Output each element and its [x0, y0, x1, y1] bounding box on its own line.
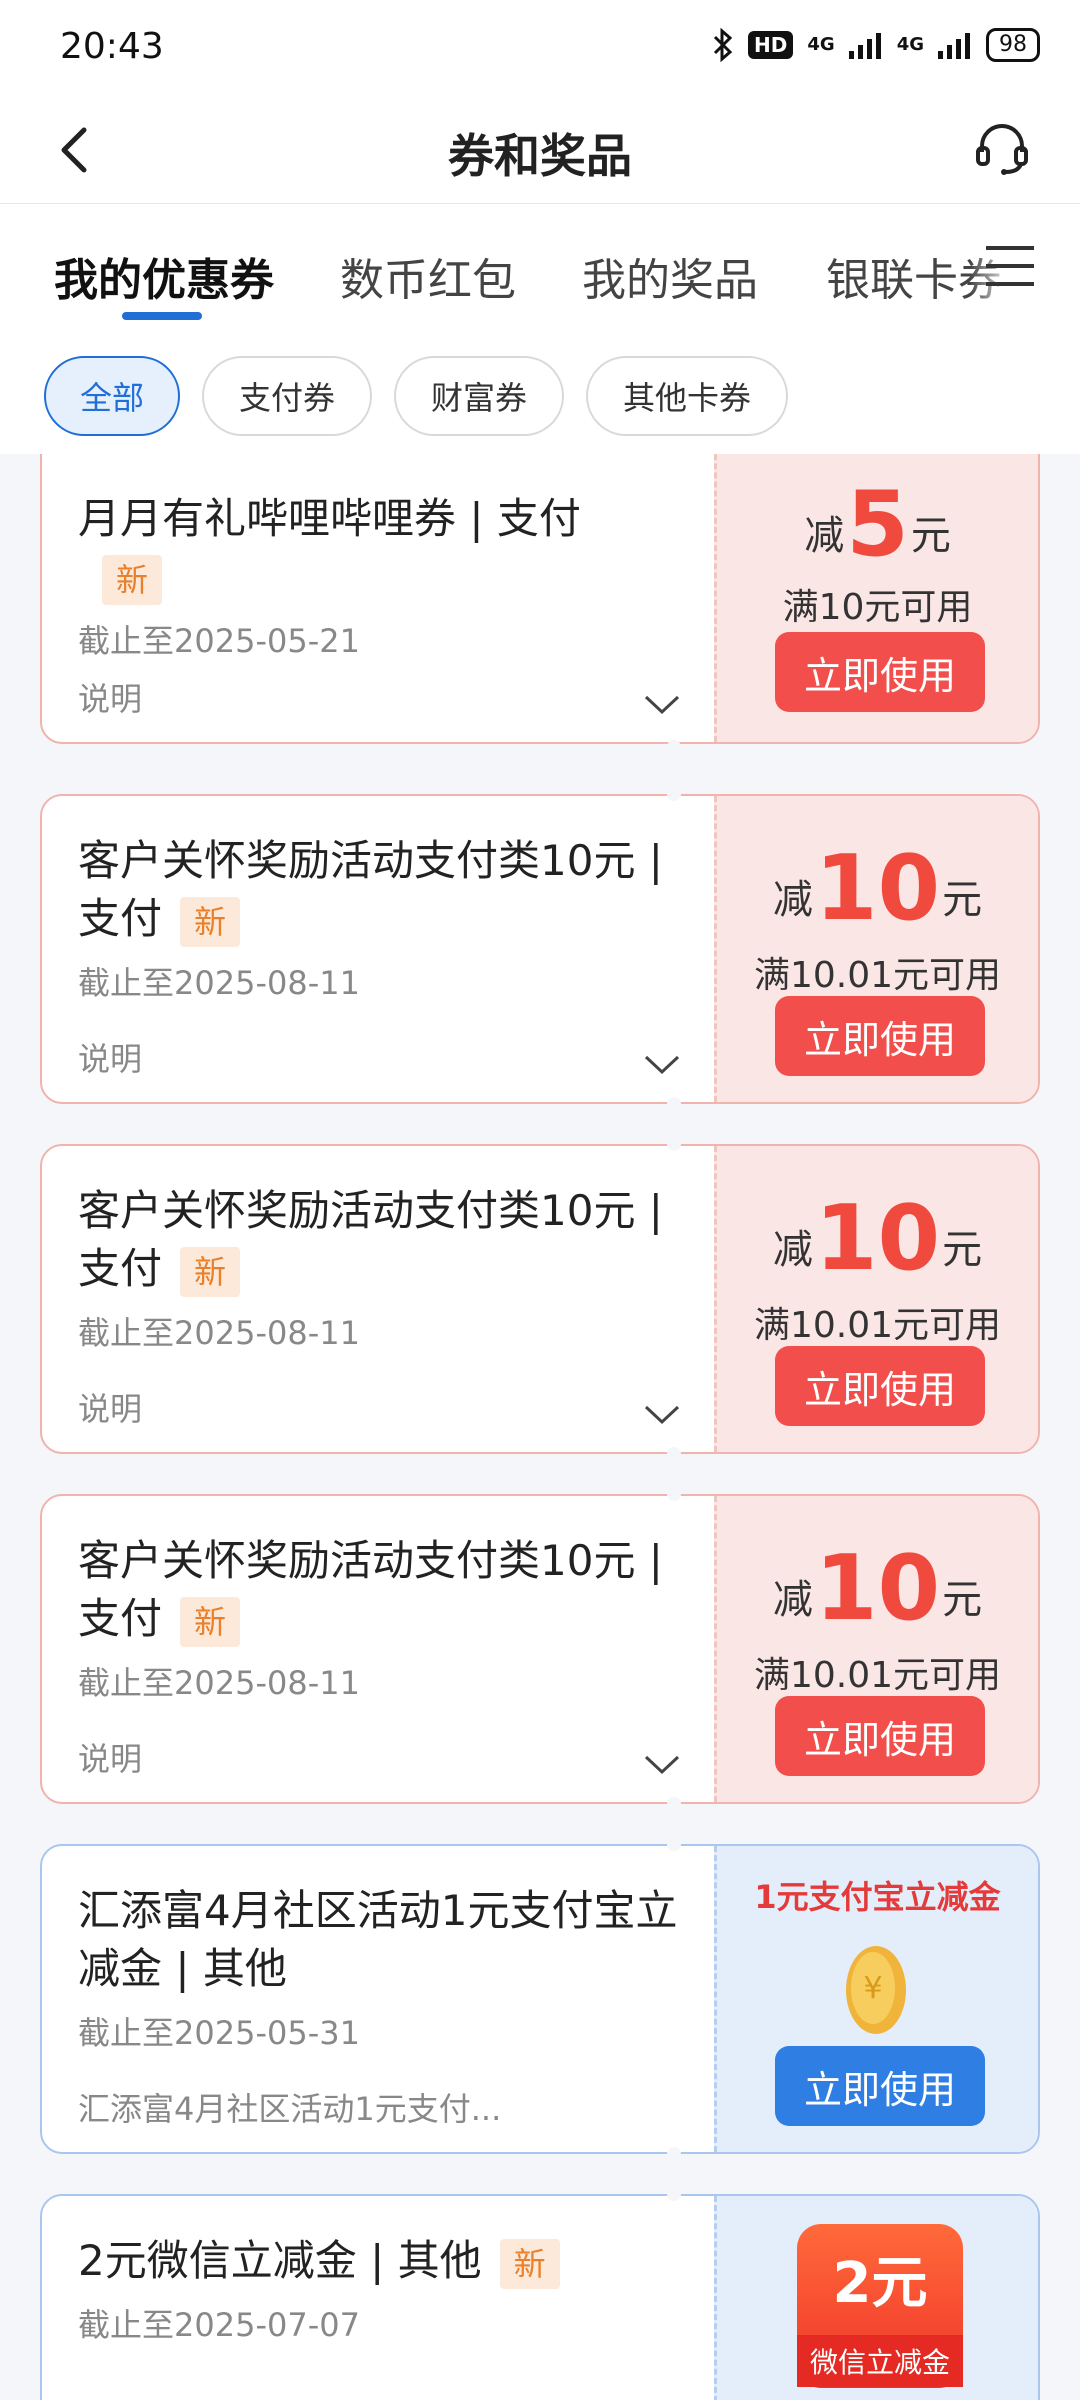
tab-digital-red-packet[interactable]: 数币红包 [340, 244, 516, 308]
hd-icon: HD [748, 31, 794, 59]
coupon-expiry: 截止至2025-08-11 [78, 1664, 360, 1702]
coupon-list: 月月有礼哔哩哔哩券 | 支付新 截止至2025-05-21 说明 减5元 满10… [0, 454, 1080, 2400]
new-tag: 新 [102, 554, 163, 605]
card-notch [667, 1447, 681, 1461]
coupon-description: 说明 [78, 1040, 143, 1078]
card-notch [667, 2187, 681, 2201]
badge-label: 微信立减金 [797, 2335, 963, 2387]
signal-bars-icon-2 [938, 33, 970, 59]
filter-payment[interactable]: 支付券 [202, 356, 372, 436]
new-tag: 新 [180, 1596, 241, 1647]
signal-bars-icon [848, 33, 881, 59]
coupon-value-panel: 1元支付宝立减金 ¥ 立即使用 [714, 1846, 1038, 2152]
use-now-button[interactable]: 立即使用 [775, 1696, 985, 1776]
chevron-down-icon[interactable] [642, 692, 682, 718]
coin-icon: ¥ [846, 1946, 906, 2034]
customer-service-icon[interactable] [970, 116, 1034, 180]
coupon-title: 汇添富4月社区活动1元支付宝立减金 | 其他 [78, 1886, 678, 1993]
tab-bar: 我的优惠券 数币红包 我的奖品 银联卡券 [0, 204, 1080, 324]
coupon-card[interactable]: 月月有礼哔哩哔哩券 | 支付新 截止至2025-05-21 说明 减5元 满10… [40, 454, 1040, 744]
status-bar: 20:43 HD 4G 4G 98 [0, 0, 1080, 96]
tab-my-coupons[interactable]: 我的优惠券 [54, 244, 274, 308]
coupon-value-panel: 减5元 满10元可用 立即使用 [714, 454, 1038, 742]
active-tab-indicator [122, 312, 202, 320]
coupon-info: 客户关怀奖励活动支付类10元 | 支付新 截止至2025-08-11 说明 [42, 1496, 716, 1802]
coupon-card[interactable]: 2元微信立减金 | 其他新 截止至2025-07-07 2元 微信立减金 [40, 2194, 1040, 2400]
coupon-info: 客户关怀奖励活动支付类10元 | 支付新 截止至2025-08-11 说明 [42, 796, 716, 1102]
card-notch [667, 787, 681, 801]
tab-my-prizes[interactable]: 我的奖品 [582, 244, 758, 308]
coupon-expiry: 截止至2025-05-21 [78, 622, 360, 660]
coupon-title: 2元微信立减金 | 其他新 [78, 2232, 688, 2290]
status-time: 20:43 [60, 26, 164, 67]
coupon-card[interactable]: 客户关怀奖励活动支付类10元 | 支付新 截止至2025-08-11 说明 减1… [40, 1144, 1040, 1454]
coupon-expiry: 截止至2025-05-31 [78, 2014, 360, 2052]
coupon-value-panel: 减10元 满10.01元可用 立即使用 [714, 796, 1038, 1102]
menu-icon[interactable] [986, 244, 1034, 288]
new-tag: 新 [180, 1246, 241, 1297]
coupon-condition: 满10.01元可用 [753, 955, 1002, 996]
coupon-info: 2元微信立减金 | 其他新 截止至2025-07-07 [42, 2196, 716, 2400]
card-notch [667, 1097, 681, 1111]
card-notch [667, 1487, 681, 1501]
filter-all[interactable]: 全部 [44, 356, 180, 436]
new-tag: 新 [499, 2238, 560, 2289]
coupon-description: 汇添富4月社区活动1元支付... [78, 2090, 502, 2128]
coupon-value-panel: 2元 微信立减金 [714, 2196, 1038, 2400]
bluetooth-icon [713, 28, 733, 62]
filter-wealth[interactable]: 财富券 [394, 356, 564, 436]
signal-icon-2: 4G [896, 34, 924, 55]
use-now-button[interactable]: 立即使用 [775, 1346, 985, 1426]
coupon-expiry: 截止至2025-08-11 [78, 964, 360, 1002]
coupon-condition: 满10元可用 [782, 587, 973, 628]
coupon-card[interactable]: 客户关怀奖励活动支付类10元 | 支付新 截止至2025-08-11 说明 减1… [40, 794, 1040, 1104]
top-app-bar: 券和奖品 [0, 96, 1080, 204]
battery-icon: 98 [986, 28, 1040, 62]
coupon-info: 月月有礼哔哩哔哩券 | 支付新 截止至2025-05-21 说明 [42, 454, 716, 742]
promo-text: 1元支付宝立减金 [754, 1878, 1001, 1916]
coupon-title: 客户关怀奖励活动支付类10元 | 支付新 [78, 1182, 688, 1298]
coupon-value-panel: 减10元 满10.01元可用 立即使用 [714, 1496, 1038, 1802]
svg-text:¥: ¥ [863, 1971, 882, 2006]
coupon-description: 说明 [78, 1390, 143, 1428]
coupon-card[interactable]: 汇添富4月社区活动1元支付宝立减金 | 其他 截止至2025-05-31 汇添富… [40, 1844, 1040, 2154]
badge-amount: 2元 [832, 2251, 928, 2316]
coupon-amount: 减5元 [804, 472, 951, 577]
coupon-amount: 减10元 [772, 836, 983, 941]
chevron-down-icon[interactable] [642, 1052, 682, 1078]
use-now-button[interactable]: 立即使用 [775, 2046, 985, 2126]
filter-other[interactable]: 其他卡券 [586, 356, 788, 436]
coupon-description: 说明 [78, 1740, 143, 1778]
card-notch [667, 2147, 681, 2161]
status-icons: HD 4G 4G 98 [712, 28, 1040, 62]
page-title: 券和奖品 [448, 129, 632, 183]
coupon-title: 客户关怀奖励活动支付类10元 | 支付新 [78, 832, 688, 948]
chevron-down-icon[interactable] [642, 1752, 682, 1778]
use-now-button[interactable]: 立即使用 [775, 632, 985, 712]
coupon-amount: 减10元 [772, 1186, 983, 1291]
use-now-button[interactable]: 立即使用 [775, 996, 985, 1076]
coupon-expiry: 截止至2025-07-07 [78, 2306, 360, 2344]
coupon-condition: 满10.01元可用 [753, 1305, 1002, 1346]
coupon-title: 客户关怀奖励活动支付类10元 | 支付新 [78, 1532, 688, 1648]
card-notch [667, 1137, 681, 1151]
signal-icon: 4G [807, 34, 835, 55]
card-notch [667, 1797, 681, 1811]
wechat-cashback-badge: 2元 微信立减金 [797, 2224, 963, 2388]
card-notch [667, 1837, 681, 1851]
coupon-info: 汇添富4月社区活动1元支付宝立减金 | 其他 截止至2025-05-31 汇添富… [42, 1846, 716, 2152]
coupon-info: 客户关怀奖励活动支付类10元 | 支付新 截止至2025-08-11 说明 [42, 1146, 716, 1452]
coupon-value-panel: 减10元 满10.01元可用 立即使用 [714, 1146, 1038, 1452]
coupon-description: 说明 [78, 680, 143, 718]
card-notch [667, 740, 681, 754]
chevron-down-icon[interactable] [642, 1402, 682, 1428]
new-tag: 新 [180, 896, 241, 947]
coupon-title: 月月有礼哔哩哔哩券 | 支付新 [78, 490, 688, 606]
coupon-expiry: 截止至2025-08-11 [78, 1314, 360, 1352]
coupon-amount: 减10元 [772, 1536, 983, 1641]
coupon-condition: 满10.01元可用 [753, 1655, 1002, 1696]
filter-chips: 全部 支付券 财富券 其他卡券 [0, 324, 1080, 454]
coupon-card[interactable]: 客户关怀奖励活动支付类10元 | 支付新 截止至2025-08-11 说明 减1… [40, 1494, 1040, 1804]
